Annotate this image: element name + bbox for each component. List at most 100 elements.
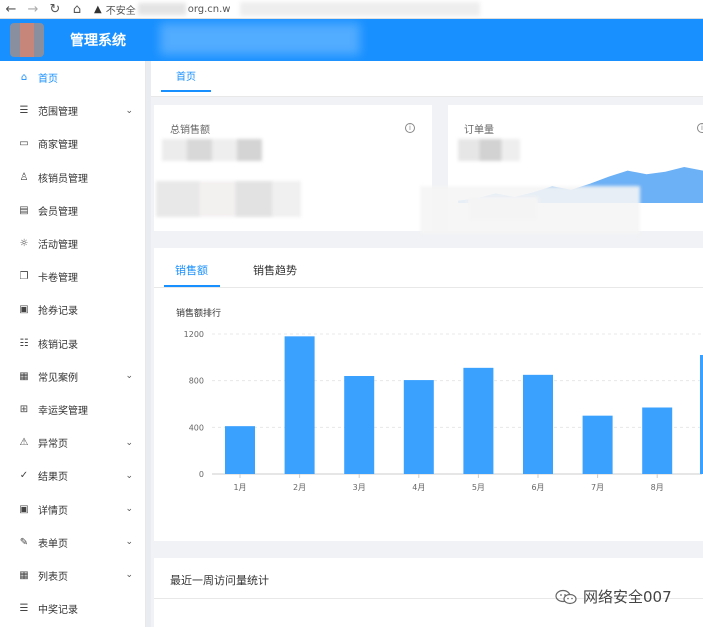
calendar-icon: ▭ xyxy=(19,138,29,150)
info-circle-icon[interactable]: i xyxy=(405,123,415,133)
x-tick-label: 7月 xyxy=(591,483,604,492)
header-redacted xyxy=(160,23,360,55)
tab-home[interactable]: 首页 xyxy=(161,61,211,92)
sidebar-item[interactable]: ☼ 活动管理 xyxy=(0,227,145,260)
sidebar-item-label: 抢券记录 xyxy=(38,306,78,318)
sidebar-item[interactable]: ☰ 范围管理 ⌄ xyxy=(0,94,145,127)
sidebar-item[interactable]: ☰ 中奖记录 xyxy=(0,592,145,625)
sidebar-item[interactable]: ♙ 核销员管理 xyxy=(0,161,145,194)
app-header: 管理系统 xyxy=(0,19,703,61)
sidebar-item[interactable]: ▤ 会员管理 xyxy=(0,194,145,227)
sidebar-item-label: 表单页 xyxy=(38,538,68,550)
sidebar-item[interactable]: ✓ 结果页 ⌄ xyxy=(0,459,145,492)
sidebar-item[interactable]: ▦ 常见案例 ⌄ xyxy=(0,360,145,393)
user-icon: ♙ xyxy=(19,171,29,183)
tab-sales[interactable]: 销售额 xyxy=(175,262,208,278)
chevron-down-icon[interactable]: ⌄ xyxy=(125,537,133,547)
total-sales-title: 总销售额 xyxy=(170,125,210,136)
sidebar-item[interactable]: ⌂ 首页 xyxy=(0,61,145,94)
sidebar-item[interactable]: ▭ 商家管理 xyxy=(0,127,145,160)
y-tick-label: 1200 xyxy=(184,330,204,339)
x-tick-label: 2月 xyxy=(293,483,306,492)
y-tick-label: 0 xyxy=(199,470,204,479)
sidebar-item-label: 详情页 xyxy=(38,505,68,517)
sidebar-item-label: 幸运奖管理 xyxy=(38,405,88,417)
sidebar-item[interactable]: ▣ 抢券记录 xyxy=(0,293,145,326)
table-icon: ▦ xyxy=(19,569,29,581)
sidebar-item-label: 活动管理 xyxy=(38,240,78,252)
sidebar-item[interactable]: ▦ 列表页 ⌄ xyxy=(0,559,145,592)
forward-icon[interactable]: → xyxy=(22,0,44,19)
bar xyxy=(344,376,375,474)
tab-bar: 首页 xyxy=(151,61,703,97)
sidebar-item-label: 范围管理 xyxy=(38,107,78,119)
sidebar-item-label: 中奖记录 xyxy=(38,605,78,617)
home-icon: ⌂ xyxy=(20,72,28,84)
address-prefix: 不安全 xyxy=(105,5,136,17)
x-tick-label: 5月 xyxy=(472,483,485,492)
profile-icon: ▣ xyxy=(19,503,29,515)
chevron-down-icon[interactable]: ⌄ xyxy=(125,438,133,448)
chevron-down-icon[interactable]: ⌄ xyxy=(125,570,133,580)
sidebar-item-label: 核销记录 xyxy=(38,339,78,351)
sidebar-item[interactable]: ⚠ 异常页 ⌄ xyxy=(0,426,145,459)
redacted-value xyxy=(162,139,262,161)
sidebar-item-label: 异常页 xyxy=(38,439,68,451)
reload-icon[interactable]: ↻ xyxy=(44,0,66,19)
gift-icon: ⊞ xyxy=(19,403,29,415)
redacted-value xyxy=(458,139,520,161)
y-tick-label: 800 xyxy=(189,377,204,386)
bulb-icon: ☼ xyxy=(19,238,29,250)
sidebar-item-label: 核销员管理 xyxy=(38,173,88,185)
weekly-visits-title: 最近一周访问量统计 xyxy=(170,574,269,587)
id-card-icon: ▤ xyxy=(19,204,29,216)
chevron-down-icon[interactable]: ⌄ xyxy=(125,471,133,481)
chevron-down-icon[interactable]: ⌄ xyxy=(125,371,133,381)
sidebar-item[interactable]: ❐ 卡卷管理 xyxy=(0,260,145,293)
sidebar-item[interactable]: ⊞ 幸运奖管理 xyxy=(0,393,145,426)
bar xyxy=(523,374,553,474)
address-suffix: org.cn.w xyxy=(187,3,231,15)
y-tick-label: 400 xyxy=(189,423,204,432)
list-icon: ☰ xyxy=(19,105,29,117)
sidebar-item-label: 结果页 xyxy=(38,472,68,484)
sidebar-item-label: 列表页 xyxy=(38,571,68,583)
browser-redacted xyxy=(240,2,480,16)
x-tick-label: 4月 xyxy=(412,483,425,492)
sidebar-item-label: 首页 xyxy=(38,74,58,86)
x-tick-label: 1月 xyxy=(233,483,246,492)
address-redacted xyxy=(137,3,186,15)
sidebar-item[interactable]: ▣ 详情页 ⌄ xyxy=(0,492,145,525)
sales-bar-chart: 0 400 800 1200 1月 2月 3月 4月 5月 6月 7月 8月 xyxy=(184,330,703,492)
sidebar-divider xyxy=(146,61,151,627)
check-circle-icon: ✓ xyxy=(19,470,29,482)
appstore-icon: ▦ xyxy=(19,370,29,382)
sidebar-item-label: 卡卷管理 xyxy=(38,273,78,285)
browser-toolbar: ← → ↻ ⌂ ▲ 不安全 org.cn.w xyxy=(0,0,703,19)
watermark-text: 网络安全007 xyxy=(583,588,672,606)
sidebar: ⌂ 首页 ☰ 范围管理 ⌄ ▭ 商家管理 ♙ 核销员管理 ▤ 会员管理 ☼ 活动管理 ❐ 卡卷管理 ▣ 抢券记录… xyxy=(0,61,146,627)
home-browser-icon[interactable]: ⌂ xyxy=(66,0,88,19)
form-icon: ✎ xyxy=(19,536,29,548)
sales-chart-card: 销售额 销售趋势 销售额排行 0 400 800 1200 1月 2月 3月 4月 5月 6月 7月… xyxy=(154,248,703,541)
chevron-down-icon[interactable]: ⌄ xyxy=(125,106,133,116)
info-circle-icon[interactable]: i xyxy=(697,123,703,133)
bar xyxy=(463,367,494,474)
address-bar[interactable]: ▲ 不安全 org.cn.w xyxy=(94,2,230,17)
logo xyxy=(10,23,44,57)
warning-icon: ⚠ xyxy=(19,437,29,449)
file-icon: ▣ xyxy=(19,304,29,316)
total-sales-card: 总销售额 i xyxy=(154,105,432,231)
back-icon[interactable]: ← xyxy=(0,0,22,19)
bar xyxy=(642,407,673,474)
app-title: 管理系统 xyxy=(70,33,126,49)
sidebar-item[interactable]: ✎ 表单页 ⌄ xyxy=(0,526,145,559)
sidebar-item[interactable]: ☷ 核销记录 xyxy=(0,327,145,360)
chevron-down-icon[interactable]: ⌄ xyxy=(125,504,133,514)
tab-sales-trend[interactable]: 销售趋势 xyxy=(253,262,297,278)
x-tick-label: 3月 xyxy=(353,483,366,492)
warning-icon: ▲ xyxy=(94,3,102,15)
redacted-overlay xyxy=(420,186,640,234)
redacted-trend xyxy=(156,181,301,217)
tab-divider xyxy=(154,287,703,288)
